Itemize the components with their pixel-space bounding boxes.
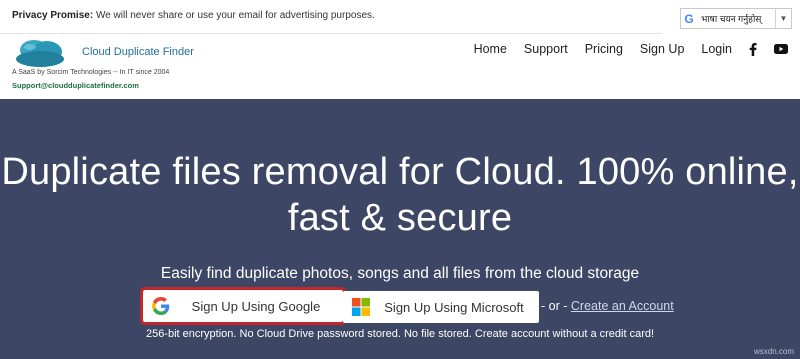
nav-support[interactable]: Support (524, 42, 568, 56)
hero-subheadline: Easily find duplicate photos, songs and … (160, 265, 640, 282)
sign-up-microsoft-label: Sign Up Using Microsoft (384, 299, 524, 315)
chevron-down-icon[interactable]: ▼ (775, 9, 791, 28)
sign-up-google-label: Sign Up Using Google (191, 298, 321, 314)
hero-headline: Duplicate files removal for Cloud. 100% … (1, 151, 799, 239)
google-g-icon: G (684, 11, 694, 26)
main-nav: Home Support Pricing Sign Up Login (474, 42, 788, 56)
nav-login[interactable]: Login (701, 42, 732, 56)
or-separator: - or - (541, 299, 568, 313)
microsoft-icon (343, 298, 379, 316)
create-account-link[interactable]: Create an Account (571, 299, 674, 313)
top-divider (0, 33, 662, 34)
privacy-label: Privacy Promise: (12, 10, 94, 21)
google-icon (143, 297, 179, 315)
youtube-icon[interactable] (774, 44, 788, 54)
cloud-logo-icon[interactable] (14, 38, 66, 68)
privacy-text: We will never share or use your email fo… (93, 10, 375, 21)
watermark: wsxdn.com (753, 347, 794, 356)
sign-up-microsoft-button[interactable]: Sign Up Using Microsoft (343, 291, 539, 323)
brand-name[interactable]: Cloud Duplicate Finder (82, 46, 194, 58)
language-select-value: भाषा चयन गर्नुहोस् (701, 14, 762, 24)
nav-sign-up[interactable]: Sign Up (640, 42, 684, 56)
support-email-link[interactable]: Support@cloudduplicatefinder.com (12, 81, 139, 90)
hero-section: Duplicate files removal for Cloud. 100% … (0, 99, 800, 359)
facebook-icon[interactable] (749, 42, 757, 56)
brand-tagline: A SaaS by Sorcim Technologies -- In IT s… (12, 69, 170, 76)
or-create-account: - or - Create an Account (541, 299, 674, 313)
sign-up-google-button[interactable]: Sign Up Using Google (140, 287, 346, 325)
nav-pricing[interactable]: Pricing (585, 42, 623, 56)
nav-home[interactable]: Home (474, 42, 507, 56)
language-select[interactable]: G भाषा चयन गर्नुहोस् ▼ (680, 8, 792, 29)
privacy-promise: Privacy Promise: We will never share or … (12, 10, 375, 21)
security-note: 256-bit encryption. No Cloud Drive passw… (145, 328, 655, 340)
